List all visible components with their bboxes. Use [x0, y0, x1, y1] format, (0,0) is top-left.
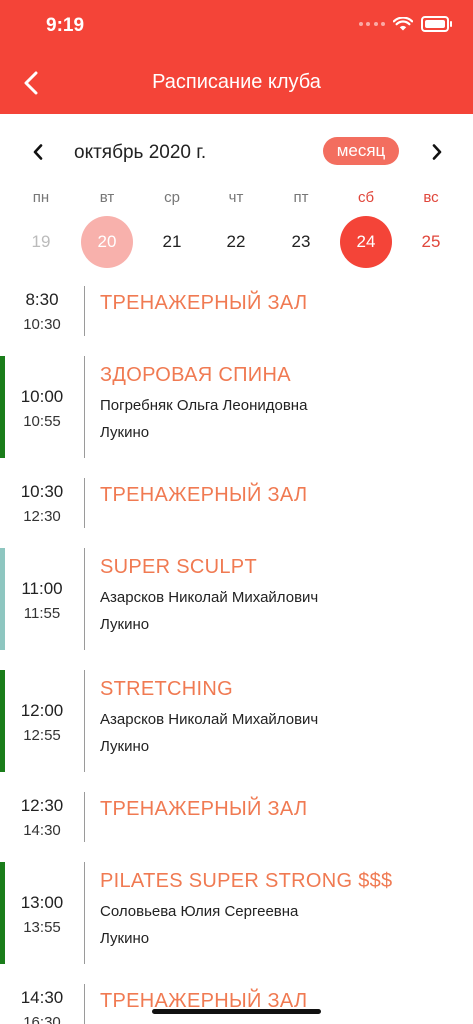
page-title: Расписание клуба — [152, 71, 321, 93]
day-name: сб — [357, 189, 375, 206]
day-name: чт — [228, 189, 244, 206]
end-time: 11:55 — [23, 605, 61, 622]
day-number: 24 — [340, 216, 392, 268]
event-location: Лукино — [100, 930, 150, 947]
battery-icon — [421, 16, 452, 32]
day-name: ср — [164, 189, 180, 206]
end-time: 13:55 — [23, 919, 61, 936]
event-title: STRETCHING — [100, 678, 233, 700]
schedule-item[interactable]: 12:00 12:55 STRETCHING Азарсков Николай … — [0, 670, 473, 772]
chevron-right-icon — [432, 144, 442, 160]
day-thu[interactable]: чт 22 — [208, 186, 264, 268]
event-trainer: Соловьева Юлия Сергеевна — [100, 903, 299, 920]
divider — [84, 862, 85, 964]
start-time: 10:30 — [20, 482, 64, 501]
prev-month-button[interactable] — [26, 139, 50, 165]
divider — [84, 984, 85, 1024]
day-number: 25 — [421, 232, 441, 251]
chevron-left-icon — [33, 144, 43, 160]
schedule-item[interactable]: 11:00 11:55 SUPER SCULPT Азарсков Никола… — [0, 548, 473, 650]
day-name: вс — [423, 189, 439, 206]
event-trainer: Погребняк Ольга Леонидовна — [100, 397, 308, 414]
day-name: вт — [99, 189, 115, 206]
event-location: Лукино — [100, 616, 150, 633]
end-time: 14:30 — [23, 822, 61, 839]
event-location: Лукино — [100, 424, 150, 441]
day-sun[interactable]: вс 25 — [403, 186, 459, 268]
next-month-button[interactable] — [425, 139, 449, 165]
start-time: 13:00 — [20, 893, 64, 912]
day-tue[interactable]: вт 20 — [79, 186, 135, 268]
month-label: октябрь 2020 г. — [74, 142, 207, 163]
day-number: 20 — [81, 216, 133, 268]
day-fri[interactable]: пт 23 — [273, 186, 329, 268]
event-trainer: Азарсков Николай Михайлович — [100, 711, 319, 728]
status-time: 9:19 — [46, 15, 85, 36]
schedule-item[interactable]: 8:30 10:30 ТРЕНАЖЕРНЫЙ ЗАЛ — [0, 286, 473, 336]
event-title: PILATES SUPER STRONG $$$ — [100, 870, 393, 892]
start-time: 12:00 — [20, 701, 64, 720]
day-name: пн — [32, 189, 50, 206]
start-time: 8:30 — [25, 290, 59, 309]
start-time: 11:00 — [21, 579, 63, 598]
divider — [84, 286, 85, 336]
day-wed[interactable]: ср 21 — [144, 186, 200, 268]
divider — [84, 356, 85, 458]
month-view-toggle[interactable]: месяц — [323, 137, 399, 165]
end-time: 16:30 — [23, 1014, 61, 1024]
end-time: 10:30 — [23, 316, 61, 333]
wifi-icon — [393, 17, 413, 31]
app-header: 9:19 Расписание клуба — [0, 0, 473, 114]
event-title: ЗДОРОВАЯ СПИНА — [100, 364, 291, 386]
day-number: 23 — [291, 232, 311, 251]
divider — [84, 670, 85, 772]
event-location: Лукино — [100, 738, 150, 755]
day-number: 21 — [162, 232, 182, 251]
schedule-list[interactable]: 8:30 10:30 ТРЕНАЖЕРНЫЙ ЗАЛ 10:00 10:55 З… — [0, 270, 473, 1024]
day-sat[interactable]: сб 24 — [338, 186, 394, 268]
divider — [84, 478, 85, 528]
home-indicator — [152, 1009, 321, 1014]
calendar-nav: октябрь 2020 г. месяц — [0, 135, 473, 169]
event-title: SUPER SCULPT — [100, 556, 257, 578]
cellular-signal-icon — [359, 19, 385, 29]
event-title: ТРЕНАЖЕРНЫЙ ЗАЛ — [100, 292, 308, 314]
end-time: 12:30 — [23, 508, 61, 525]
schedule-item[interactable]: 10:30 12:30 ТРЕНАЖЕРНЫЙ ЗАЛ — [0, 478, 473, 528]
event-trainer: Азарсков Николай Михайлович — [100, 589, 319, 606]
status-icons — [359, 16, 452, 32]
day-name: пт — [293, 189, 309, 206]
start-time: 12:30 — [20, 796, 64, 815]
start-time: 14:30 — [20, 988, 64, 1007]
end-time: 10:55 — [23, 413, 61, 430]
schedule-item[interactable]: 14:30 16:30 ТРЕНАЖЕРНЫЙ ЗАЛ — [0, 984, 473, 1024]
schedule-item[interactable]: 12:30 14:30 ТРЕНАЖЕРНЫЙ ЗАЛ — [0, 792, 473, 842]
start-time: 10:00 — [20, 387, 64, 406]
schedule-item[interactable]: 13:00 13:55 PILATES SUPER STRONG $$$ Сол… — [0, 862, 473, 964]
divider — [84, 548, 85, 650]
event-title: ТРЕНАЖЕРНЫЙ ЗАЛ — [100, 484, 308, 506]
end-time: 12:55 — [23, 727, 61, 744]
divider — [84, 792, 85, 842]
schedule-item[interactable]: 10:00 10:55 ЗДОРОВАЯ СПИНА Погребняк Оль… — [0, 356, 473, 458]
event-title: ТРЕНАЖЕРНЫЙ ЗАЛ — [100, 798, 308, 820]
day-number: 19 — [31, 232, 51, 251]
day-number: 22 — [226, 232, 246, 251]
day-mon[interactable]: пн 19 — [13, 186, 69, 268]
